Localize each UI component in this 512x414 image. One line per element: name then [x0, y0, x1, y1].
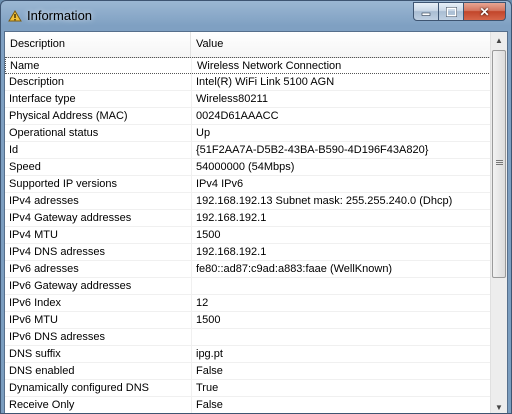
- scroll-up-button[interactable]: ▲: [491, 32, 507, 49]
- table-row[interactable]: Description Intel(R) WiFi Link 5100 AGN: [5, 74, 491, 91]
- row-value: IPv4 IPv6: [196, 178, 244, 190]
- title-bar[interactable]: Information ✕: [1, 1, 511, 31]
- info-listview[interactable]: Description Value Name Wireless Network C…: [4, 31, 508, 413]
- row-value: Up: [196, 127, 211, 139]
- row-description: IPv6 DNS adresses: [9, 331, 105, 343]
- row-description: Interface type: [9, 93, 76, 105]
- scroll-down-button[interactable]: ▼: [491, 399, 507, 413]
- row-value: 12: [196, 297, 209, 309]
- row-value: {51F2AA7A-D5B2-43BA-B590-4D196F43A820}: [196, 144, 429, 156]
- row-value: True: [196, 382, 219, 394]
- row-value: 192.168.192.1: [196, 212, 267, 224]
- row-value: Intel(R) WiFi Link 5100 AGN: [196, 76, 335, 88]
- row-description: Speed: [9, 161, 41, 173]
- row-description: DNS enabled: [9, 365, 75, 377]
- window-controls: ✕: [413, 2, 506, 21]
- row-value: 192.168.192.13 Subnet mask: 255.255.240.…: [196, 195, 453, 207]
- arrow-down-icon: ▼: [495, 403, 503, 412]
- table-row[interactable]: IPv6 DNS adresses: [5, 329, 491, 346]
- table-row[interactable]: IPv4 MTU 1500: [5, 227, 491, 244]
- row-description: Operational status: [9, 127, 99, 139]
- table-row[interactable]: IPv6 MTU 1500: [5, 312, 491, 329]
- maximize-button[interactable]: [438, 2, 464, 21]
- window-title: Information: [27, 8, 93, 23]
- row-value: 1500: [196, 229, 221, 241]
- row-value: 192.168.192.1: [196, 246, 267, 258]
- table-row[interactable]: IPv4 Gateway addresses 192.168.192.1: [5, 210, 491, 227]
- table-row[interactable]: Supported IP versions IPv4 IPv6: [5, 176, 491, 193]
- row-value: Wireless80211: [196, 93, 268, 105]
- arrow-up-icon: ▲: [495, 36, 503, 45]
- table-row[interactable]: IPv6 Index 12: [5, 295, 491, 312]
- table-row[interactable]: Operational status Up: [5, 125, 491, 142]
- listview-rows: Name Wireless Network Connection Descripti…: [5, 57, 491, 413]
- row-value: Wireless Network Connection: [197, 60, 342, 72]
- table-row[interactable]: Name Wireless Network Connection: [5, 57, 491, 74]
- close-icon: ✕: [479, 4, 490, 19]
- row-description: IPv6 Gateway addresses: [9, 280, 132, 292]
- table-row[interactable]: DNS enabled False: [5, 363, 491, 380]
- table-row[interactable]: IPv4 adresses 192.168.192.13 Subnet mask:…: [5, 193, 491, 210]
- listview-header: Description Value: [5, 32, 491, 58]
- row-value: False: [196, 399, 223, 411]
- row-value: False: [196, 365, 223, 377]
- maximize-icon: [445, 6, 457, 17]
- row-description: IPv6 MTU: [9, 314, 58, 326]
- row-description: Receive Only: [9, 399, 75, 411]
- table-row[interactable]: Physical Address (MAC) 0024D61AAACC: [5, 108, 491, 125]
- table-row[interactable]: Id {51F2AA7A-D5B2-43BA-B590-4D196F43A820}: [5, 142, 491, 159]
- row-value: 54000000 (54Mbps): [196, 161, 295, 173]
- row-description: IPv4 MTU: [9, 229, 58, 241]
- row-description: IPv4 adresses: [9, 195, 79, 207]
- row-description: Name: [10, 60, 40, 72]
- minimize-button[interactable]: [413, 2, 439, 21]
- row-description: Dynamically configured DNS: [9, 382, 149, 394]
- information-window: Information ✕ Description Value Name Wire…: [0, 0, 512, 414]
- row-value: 0024D61AAACC: [196, 110, 279, 122]
- table-row[interactable]: IPv6 adresses fe80::ad87:c9ad:a883:faae (…: [5, 261, 491, 278]
- row-description: Id: [9, 144, 19, 156]
- close-button[interactable]: ✕: [463, 2, 506, 21]
- row-value: ipg.pt: [196, 348, 223, 360]
- row-description: Physical Address (MAC): [9, 110, 128, 122]
- row-description: IPv6 adresses: [9, 263, 79, 275]
- row-description: Description: [9, 76, 65, 88]
- row-description: DNS suffix: [9, 348, 61, 360]
- table-row[interactable]: Dynamically configured DNS True: [5, 380, 491, 397]
- table-row[interactable]: IPv4 DNS adresses 192.168.192.1: [5, 244, 491, 261]
- table-row[interactable]: Interface type Wireless80211: [5, 91, 491, 108]
- table-row[interactable]: Receive Only False: [5, 397, 491, 413]
- table-row[interactable]: IPv6 Gateway addresses: [5, 278, 491, 295]
- row-description: IPv4 Gateway addresses: [9, 212, 132, 224]
- column-header-description[interactable]: Description: [5, 32, 191, 57]
- row-value: fe80::ad87:c9ad:a883:faae (WellKnown): [196, 263, 393, 275]
- column-header-value[interactable]: Value: [191, 32, 491, 57]
- scrollbar-thumb[interactable]: [492, 50, 506, 278]
- info-app-icon: [8, 10, 22, 22]
- table-row[interactable]: Speed 54000000 (54Mbps): [5, 159, 491, 176]
- row-description: Supported IP versions: [9, 178, 118, 190]
- row-description: IPv6 Index: [9, 297, 61, 309]
- row-description: IPv4 DNS adresses: [9, 246, 105, 258]
- minimize-icon: [421, 12, 431, 16]
- thumb-grip-icon: [496, 160, 503, 166]
- table-row[interactable]: DNS suffix ipg.pt: [5, 346, 491, 363]
- vertical-scrollbar[interactable]: ▲ ▼: [490, 32, 507, 413]
- row-value: 1500: [196, 314, 221, 326]
